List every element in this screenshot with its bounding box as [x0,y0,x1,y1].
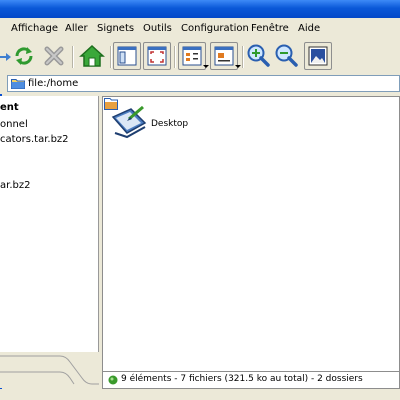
file-view[interactable]: Desktop [102,96,400,372]
tree-item-header[interactable]: ent [0,102,19,113]
split-view-button[interactable] [113,42,141,70]
status-ok-icon [108,375,118,388]
window-bottom-edge [0,389,400,400]
zoom-in-button[interactable] [244,42,272,70]
reload-button[interactable] [10,42,38,70]
menu-outils[interactable]: Outils [143,23,172,35]
preview-button[interactable] [304,42,332,70]
home-button[interactable] [78,42,106,70]
fullscreen-button[interactable] [143,42,171,70]
detail-view-icon [214,46,234,66]
sidebar-tab-shape [0,355,99,385]
toolbar-separator [72,46,74,68]
stop-button[interactable] [40,42,68,70]
dropdown-arrow-icon[interactable] [203,65,209,68]
sidebar-footer [0,352,99,388]
dropdown-arrow-icon[interactable] [235,65,241,68]
tree-item[interactable]: onnel [0,119,28,130]
file-item-label: Desktop [151,119,189,129]
main-toolbar [0,40,400,74]
icon-view-button[interactable] [178,42,209,70]
stop-icon [44,46,64,66]
menu-fenetre[interactable]: Fenêtre [251,23,289,35]
split-view-icon [117,46,137,66]
desktop-icon [111,105,147,139]
menu-affichage[interactable]: Affichage [11,23,58,35]
window-title-bar[interactable] [0,0,400,18]
location-input[interactable]: file:/home [7,75,400,92]
menu-bar: Affichage Aller Signets Outils Configura… [0,18,400,40]
zoom-out-button[interactable] [272,42,300,70]
zoom-in-icon [247,44,270,67]
tree-item[interactable]: ar.bz2 [0,180,30,191]
detail-view-button[interactable] [210,42,241,70]
icon-view-icon [182,46,202,66]
toolbar-separator [174,46,176,68]
toolbar-separator [110,46,112,68]
menu-aide[interactable]: Aide [298,23,320,35]
reload-icon [15,47,33,65]
status-bar: 9 éléments - 7 fichiers (321.5 ko au tot… [102,372,400,389]
menu-aller[interactable]: Aller [65,23,88,35]
sidebar-tree[interactable]: ent onnel cators.tar.bz2 ar.bz2 [0,96,99,388]
preview-icon [308,46,328,66]
fullscreen-icon [147,46,167,66]
zoom-out-icon [275,44,298,67]
location-bar: file:/home [0,74,400,94]
location-value: file:/home [28,78,79,89]
status-text: 9 éléments - 7 fichiers (321.5 ko au tot… [121,374,363,384]
menu-configuration[interactable]: Configuration [181,23,249,35]
tree-item[interactable]: cators.tar.bz2 [0,134,69,145]
file-item-desktop[interactable] [109,105,149,142]
menu-signets[interactable]: Signets [97,23,134,35]
folder-icon [11,78,25,92]
home-icon [79,44,105,67]
